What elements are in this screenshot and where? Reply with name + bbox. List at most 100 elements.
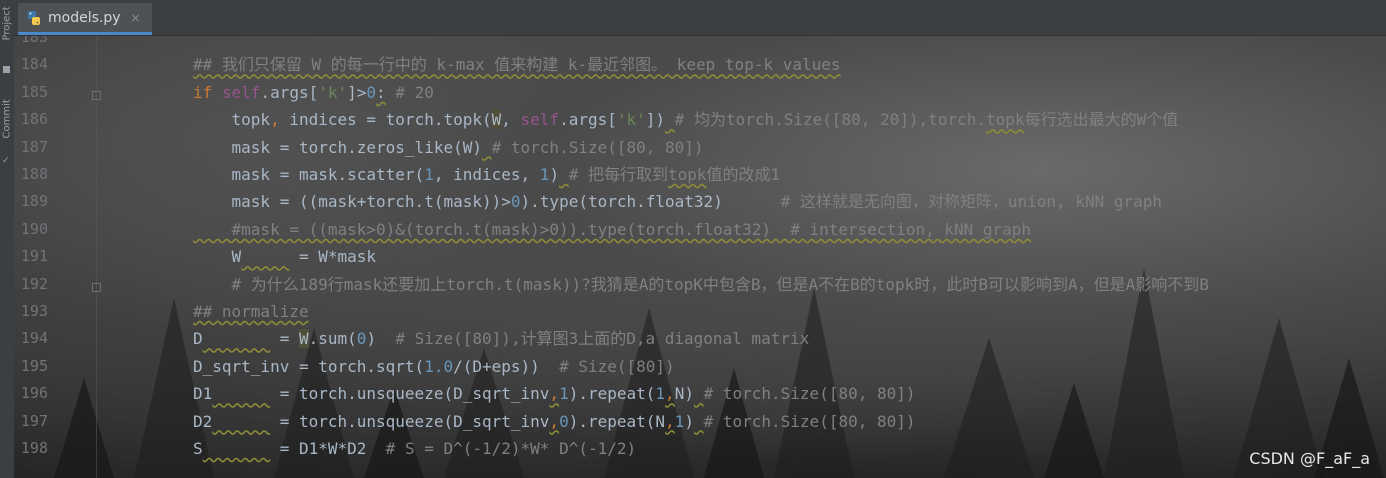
code-line[interactable]: 189 mask = ((mask+torch.t(mask))>0).type…: [14, 188, 1386, 215]
code-text: if self.args['k']>0: # 20: [193, 79, 434, 106]
code-token: topk: [986, 110, 1025, 130]
code-line[interactable]: 198 S = D1*W*D2 # S = D^(-1/2)*W* D^(-1/2…: [14, 435, 1386, 462]
code-token: ## 我们只保留 W 的每一行中的 k-max 值来构建 k-最近邻图。 kee…: [193, 55, 841, 75]
code-token: ,: [549, 411, 560, 431]
code-line[interactable]: 188 mask = mask.scatter(1, indices, 1) #…: [14, 161, 1386, 188]
code-token: 0: [510, 192, 521, 212]
code-token: /(D+eps)): [453, 356, 560, 376]
code-line[interactable]: 185 if self.args['k']>0: # 20: [14, 79, 1386, 106]
line-number: 195: [20, 356, 48, 375]
code-token: ,: [549, 384, 560, 404]
line-number: 190: [20, 219, 48, 238]
code-token: .args[: [559, 110, 617, 130]
line-number: 183: [20, 36, 48, 46]
code-text: #mask = ((mask>0)&(torch.t(mask)>0)).typ…: [193, 216, 1032, 243]
line-number: 188: [20, 165, 48, 183]
commit-icon: ✓: [2, 156, 10, 166]
code-token: # torch.Size([80, 80]): [703, 384, 916, 404]
code-token: mask = torch.zeros_like(W): [193, 137, 482, 157]
code-line[interactable]: 194 D = W.sum(0) # Size([80]),计算图3上面的D,a …: [14, 325, 1386, 352]
code-token: 1: [655, 384, 666, 404]
code-token: self: [520, 110, 560, 130]
code-token: S: [193, 439, 203, 458]
code-line[interactable]: 184 ## 我们只保留 W 的每一行中的 k-max 值来构建 k-最近邻图。 …: [14, 51, 1386, 78]
code-token: .sum(: [308, 329, 357, 349]
code-text: D2 = torch.unsqueeze(D_sqrt_inv,0).repea…: [193, 408, 916, 435]
code-editor[interactable]: 183 184 ## 我们只保留 W 的每一行中的 k-max 值来构建 k-最近邻…: [14, 36, 1386, 478]
code-token: 1: [424, 165, 434, 184]
python-file-icon: [28, 10, 40, 25]
code-token: ): [684, 411, 694, 431]
code-token: = W*mask: [289, 247, 377, 267]
code-token: 每行选出最大的W个值: [1024, 110, 1179, 130]
code-token: ## normalize: [193, 302, 309, 321]
code-token: indices = torch.topk(: [279, 110, 492, 130]
line-number: 194: [20, 329, 48, 348]
code-line[interactable]: 186 topk, indices = torch.topk(W, self.a…: [14, 106, 1386, 133]
structure-icon: [3, 66, 10, 73]
code-token: # 均为torch.Size([80, 20]),torch.: [674, 110, 987, 130]
code-line[interactable]: 190 #mask = ((mask>0)&(torch.t(mask)>0))…: [14, 216, 1386, 243]
commit-tool-tab[interactable]: Commit: [2, 99, 13, 138]
code-line[interactable]: 191 W = W*mask: [14, 243, 1386, 270]
watermark: CSDN @F_aF_a: [1249, 449, 1370, 468]
code-token: 0: [356, 329, 367, 349]
code-token: =: [270, 329, 299, 349]
line-number: 187: [20, 137, 48, 156]
code-line[interactable]: 195 D_sqrt_inv = torch.sqrt(1.0/(D+eps)) …: [14, 353, 1386, 380]
code-line[interactable]: 187 mask = torch.zeros_like(W) # torch.S…: [14, 134, 1386, 161]
code-token: D_sqrt_inv = torch.sqrt(: [193, 356, 425, 376]
line-number: 197: [20, 411, 48, 430]
code-token: #mask = ((mask>0)&(torch.t(mask)>0)).typ…: [193, 219, 1032, 239]
code-token: :: [376, 82, 386, 102]
code-token: D1: [193, 384, 213, 404]
code-line[interactable]: 196 D1 = torch.unsqueeze(D_sqrt_inv,1).re…: [14, 380, 1386, 407]
line-number: 192: [20, 274, 48, 293]
code-token: ,: [270, 110, 280, 130]
code-text: D1 = torch.unsqueeze(D_sqrt_inv,1).repea…: [193, 380, 916, 407]
code-token: = D1*W*D2: [270, 439, 386, 458]
code-text: # 为什么189行mask还要加上torch.t(mask))?我猜是A的top…: [193, 271, 1209, 298]
code-text: D_sqrt_inv = torch.sqrt(1.0/(D+eps)) # S…: [193, 353, 675, 380]
code-token: ]>: [347, 82, 367, 102]
line-number: 184: [20, 55, 48, 74]
code-token: 'k': [616, 110, 646, 130]
code-token: # Size([80]),计算图3上面的D,a diagonal matrix: [395, 329, 810, 349]
code-token: 1: [539, 165, 550, 184]
code-line[interactable]: 183: [14, 36, 1386, 51]
code-text: mask = ((mask+torch.t(mask))>0).type(tor…: [193, 188, 1163, 215]
code-text: ## 我们只保留 W 的每一行中的 k-max 值来构建 k-最近邻图。 kee…: [193, 51, 841, 78]
code-token: , indices,: [433, 165, 540, 184]
code-line[interactable]: 193 ## normalize: [14, 298, 1386, 325]
code-token: # 把每行取到: [568, 165, 668, 184]
code-token: 1.0: [424, 356, 454, 376]
line-number: 185: [20, 82, 48, 101]
line-number: 193: [20, 302, 48, 320]
close-tab-icon[interactable]: ×: [131, 11, 141, 25]
editor-tab-bar: models.py ×: [14, 0, 1386, 36]
code-token: ,: [665, 384, 675, 404]
code-token: topk: [193, 110, 271, 130]
tab-models-py[interactable]: models.py ×: [18, 3, 152, 35]
code-line[interactable]: 197 D2 = torch.unsqueeze(D_sqrt_inv,0).re…: [14, 408, 1386, 435]
code-token: # Size([80]): [559, 356, 675, 376]
code-token: ,: [665, 411, 675, 431]
code-line[interactable]: 192 # 为什么189行mask还要加上torch.t(mask))?我猜是A…: [14, 271, 1386, 298]
project-tool-tab[interactable]: Project: [2, 6, 13, 40]
line-number: 191: [20, 247, 48, 266]
code-token: # 20: [385, 82, 434, 102]
code-token: 'k': [318, 82, 348, 102]
code-text: mask = mask.scatter(1, indices, 1) # 把每行…: [193, 161, 781, 188]
line-number: 189: [20, 192, 48, 211]
code-token: W: [298, 329, 309, 349]
code-token: 1: [559, 384, 569, 404]
code-token: mask = mask.scatter(: [193, 165, 425, 184]
code-token: D2: [193, 411, 213, 431]
code-text: topk, indices = torch.topk(W, self.args[…: [193, 106, 1178, 133]
